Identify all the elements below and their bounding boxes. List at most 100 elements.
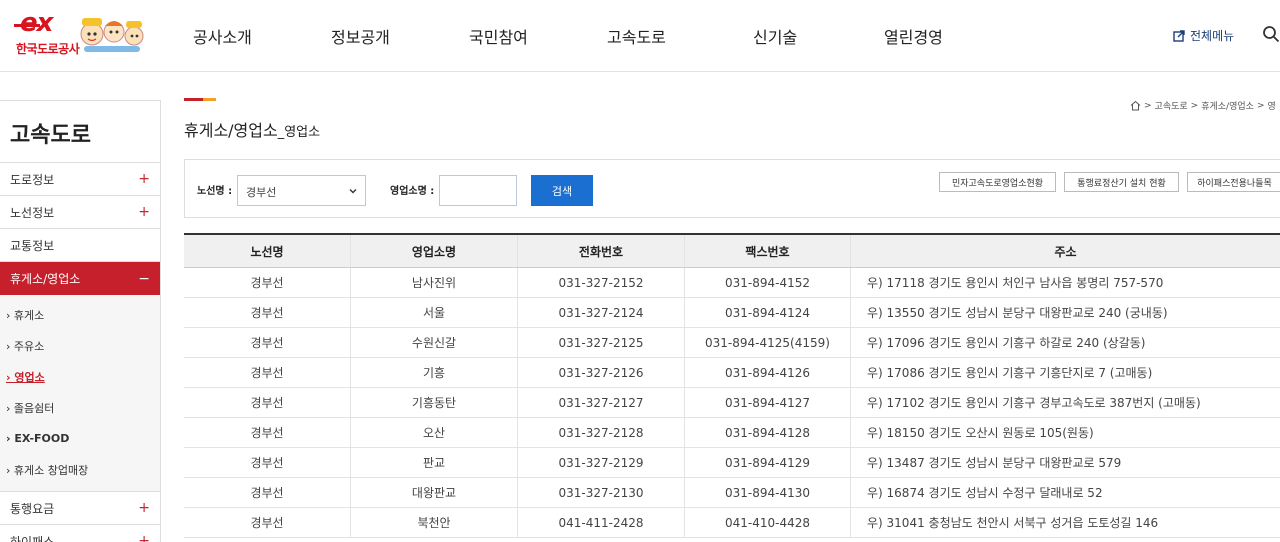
- breadcrumb-separator: >: [1190, 100, 1199, 111]
- plus-icon: +: [138, 171, 150, 187]
- sidebar-item-label: 노선정보: [10, 205, 55, 220]
- sidebar-item-rest-area[interactable]: 휴게소/영업소 −: [0, 262, 160, 295]
- page-title-suffix: _영업소: [277, 125, 321, 140]
- cell-route: 경부선: [184, 418, 351, 447]
- sidebar: 고속도로 도로정보 + 노선정보 + 교통정보 휴게소/영업소 − › 휴게소 …: [0, 100, 161, 542]
- nav-item-disclosure[interactable]: 정보공개: [331, 24, 390, 48]
- cell-route: 경부선: [184, 268, 351, 297]
- external-link-icon: [1173, 29, 1185, 42]
- table-row: 경부선 북천안 041-411-2428 041-410-4428 우) 31041 충…: [184, 508, 1280, 538]
- table-body: 경부선 남사진위 031-327-2152 031-894-4152 우) 17118 …: [184, 268, 1280, 538]
- search-button[interactable]: 검색: [531, 175, 593, 206]
- cell-office-name: 서울: [351, 298, 518, 327]
- mascot-icon: [80, 18, 144, 52]
- column-header-office: 영업소명: [351, 235, 518, 267]
- cell-phone: 031-327-2126: [518, 358, 685, 387]
- sidebar-item-hipass[interactable]: 하이패스 +: [0, 525, 160, 542]
- cell-address: 우) 17086 경기도 용인시 기흥구 기흥단지로 7 (고매동): [867, 366, 1153, 380]
- cell-fax: 031-894-4128: [685, 418, 851, 447]
- cell-office-name: 판교: [351, 448, 518, 477]
- table-row: 경부선 남사진위 031-327-2152 031-894-4152 우) 17118 …: [184, 268, 1280, 298]
- cell-office-name: 기흥: [351, 358, 518, 387]
- cell-fax: 041-410-4428: [685, 508, 851, 537]
- plus-icon: +: [138, 500, 150, 516]
- cell-fax: 031-894-4124: [685, 298, 851, 327]
- plus-icon: +: [138, 204, 150, 220]
- sidebar-title: 고속도로: [0, 101, 160, 163]
- chevron-down-icon: [349, 189, 357, 194]
- search-icon[interactable]: [1262, 25, 1280, 43]
- submenu-item-rest-area[interactable]: › 휴게소: [0, 299, 160, 330]
- route-label: 노선명 :: [197, 186, 233, 197]
- cell-route: 경부선: [184, 478, 351, 507]
- table-row: 경부선 판교 031-327-2129 031-894-4129 우) 13487 경기…: [184, 448, 1280, 478]
- table-row: 경부선 기흥동탄 031-327-2127 031-894-4127 우) 17102 …: [184, 388, 1280, 418]
- cell-address: 우) 13487 경기도 성남시 분당구 대왕판교로 579: [867, 456, 1122, 470]
- table-row: 경부선 오산 031-327-2128 031-894-4128 우) 18150 경기…: [184, 418, 1280, 448]
- cell-phone: 041-411-2428: [518, 508, 685, 537]
- nav-item-expressway[interactable]: 고속도로: [607, 24, 666, 48]
- home-icon[interactable]: [1130, 100, 1141, 111]
- minus-icon: −: [138, 270, 150, 287]
- cell-address: 우) 31041 충청남도 천안시 서북구 성거읍 도토성길 146: [867, 516, 1159, 530]
- all-menu-label: 전체메뉴: [1190, 29, 1235, 43]
- private-expressway-tollgate-button[interactable]: 민자고속도로영업소현황: [939, 172, 1056, 192]
- cell-address: 우) 13550 경기도 성남시 분당구 대왕판교로 240 (궁내동): [867, 306, 1168, 320]
- cell-phone: 031-327-2127: [518, 388, 685, 417]
- nav-item-about[interactable]: 공사소개: [193, 24, 252, 48]
- cell-fax: 031-894-4126: [685, 358, 851, 387]
- cell-phone: 031-327-2125: [518, 328, 685, 357]
- nav-item-new-tech[interactable]: 신기술: [753, 24, 797, 48]
- table-row: 경부선 대왕판교 031-327-2130 031-894-4130 우) 16874 …: [184, 478, 1280, 508]
- toll-settlement-machine-button[interactable]: 통행료정산기 설치 현황: [1064, 172, 1179, 192]
- sidebar-item-label: 도로정보: [10, 172, 55, 187]
- cell-route: 경부선: [184, 508, 351, 537]
- cell-office-name: 기흥동탄: [351, 388, 518, 417]
- sidebar-item-toll-fee[interactable]: 통행요금 +: [0, 492, 160, 525]
- cell-phone: 031-327-2124: [518, 298, 685, 327]
- cell-phone: 031-327-2152: [518, 268, 685, 297]
- cell-office-name: 수원신갈: [351, 328, 518, 357]
- nav-item-participation[interactable]: 국민참여: [469, 24, 528, 48]
- logo[interactable]: ex 한국도로공사: [12, 6, 144, 62]
- submenu-item-startup-store[interactable]: › 휴게소 창업매장: [0, 454, 160, 485]
- tollgate-table: 노선명 영업소명 전화번호 팩스번호 주소 경부선 남사진위 031-327-215…: [184, 233, 1280, 538]
- office-label: 영업소명 :: [390, 186, 435, 197]
- cell-fax: 031-894-4127: [685, 388, 851, 417]
- site-header: ex 한국도로공사 공사소개 정보공개 국민참여 고속도로 신기술 열린경영 전…: [0, 0, 1280, 72]
- cell-address: 우) 16874 경기도 성남시 수정구 달래내로 52: [867, 486, 1103, 500]
- column-header-route: 노선명: [184, 235, 351, 267]
- cell-phone: 031-327-2130: [518, 478, 685, 507]
- sidebar-item-label: 휴게소/영업소: [10, 272, 81, 286]
- logo-ex-mark: ex: [20, 8, 53, 38]
- sidebar-item-route-info[interactable]: 노선정보 +: [0, 196, 160, 229]
- cell-address: 우) 17102 경기도 용인시 기흥구 경부고속도로 387번지 (고매동): [867, 396, 1201, 410]
- submenu-item-tollgate[interactable]: › 영업소: [0, 361, 160, 392]
- office-name-input[interactable]: [439, 175, 517, 206]
- breadcrumb: > 고속도로 > 휴게소/영업소 > 영: [1130, 99, 1276, 112]
- route-select[interactable]: 경부선: [237, 175, 366, 206]
- cell-route: 경부선: [184, 358, 351, 387]
- breadcrumb-separator: >: [1256, 100, 1265, 111]
- sidebar-submenu: › 휴게소 › 주유소 › 영업소 › 졸음쉼터 › EX-FOOD › 휴게소…: [0, 295, 160, 492]
- breadcrumb-item[interactable]: 영: [1267, 99, 1275, 112]
- sidebar-item-label: 하이패스: [10, 534, 55, 542]
- submenu-item-drowsy-shelter[interactable]: › 졸음쉼터: [0, 392, 160, 423]
- table-row: 경부선 서울 031-327-2124 031-894-4124 우) 13550 경기…: [184, 298, 1280, 328]
- submenu-item-ex-food[interactable]: › EX-FOOD: [0, 423, 160, 454]
- sidebar-item-traffic-info[interactable]: 교통정보: [0, 229, 160, 262]
- logo-swoosh: [14, 24, 40, 27]
- cell-office-name: 남사진위: [351, 268, 518, 297]
- breadcrumb-item[interactable]: 고속도로: [1155, 99, 1188, 112]
- submenu-item-gas-station[interactable]: › 주유소: [0, 330, 160, 361]
- all-menu-button[interactable]: 전체메뉴: [1173, 27, 1234, 44]
- sidebar-item-road-info[interactable]: 도로정보 +: [0, 163, 160, 196]
- nav-item-management[interactable]: 열린경영: [884, 24, 943, 48]
- hipass-ic-button[interactable]: 하이패스전용나들목: [1187, 172, 1280, 192]
- table-row: 경부선 기흥 031-327-2126 031-894-4126 우) 17086 경기…: [184, 358, 1280, 388]
- breadcrumb-item[interactable]: 휴게소/영업소: [1201, 99, 1254, 112]
- search-panel: 노선명 : 경부선 영업소명 : 검색 민자고속도로영업소현황 통행료정산기 설…: [184, 159, 1280, 218]
- cell-office-name: 대왕판교: [351, 478, 518, 507]
- cell-office-name: 북천안: [351, 508, 518, 537]
- cell-route: 경부선: [184, 388, 351, 417]
